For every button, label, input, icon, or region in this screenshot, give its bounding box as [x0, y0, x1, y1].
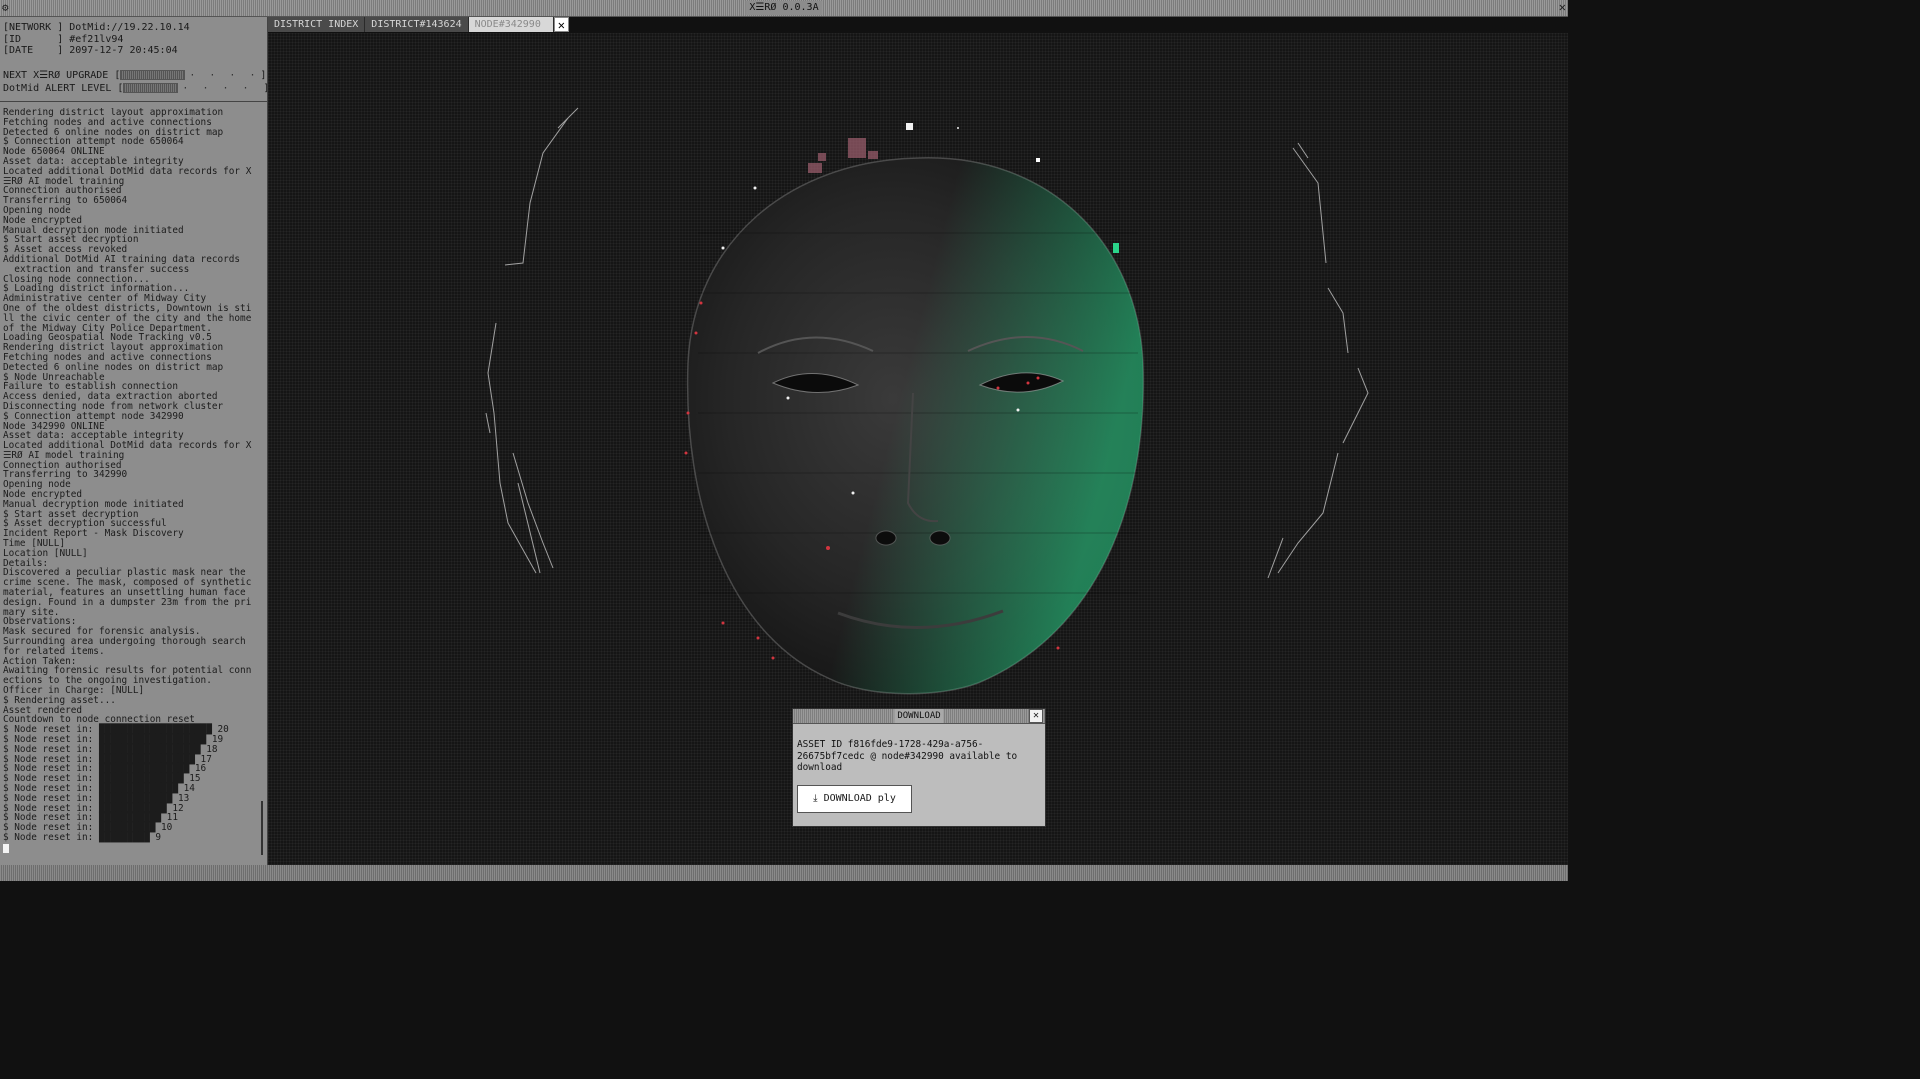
close-window-icon[interactable]: ✕ [1559, 0, 1566, 15]
sidebar-panel: [NETWORK ] DotMid://19.22.10.14 [ID ] #e… [0, 17, 270, 865]
log-line: Discovered a peculiar plastic mask near … [3, 567, 252, 618]
upgrade-progress-fill [120, 70, 186, 80]
title-bar: ⚙ X☰RØ 0.0.3A ✕ [0, 0, 1568, 17]
log-line: $ Node reset in: █████████ 9 [3, 831, 162, 843]
tab-district-index[interactable]: DISTRICT INDEX [268, 17, 366, 32]
status-block: [NETWORK ] DotMid://19.22.10.14 [ID ] #e… [0, 17, 267, 57]
sidebar-divider [0, 101, 267, 102]
id-label: ID [9, 33, 22, 45]
network-value: DotMid://19.22.10.14 [69, 22, 190, 33]
alert-meter-label: DotMid ALERT LEVEL [3, 82, 112, 94]
network-label: NETWORK [9, 22, 52, 33]
dialog-message: ASSET ID f816fde9-1728-429a-a756-26675bf… [797, 739, 1018, 773]
dialog-title: DOWNLOAD [894, 709, 944, 723]
terminal-cursor [3, 844, 9, 853]
upgrade-meter-row: NEXT X☰RØ UPGRADE [ · · · · · · · · ] [3, 69, 267, 82]
upgrade-progress-bar: · · · · · · · · [120, 69, 260, 82]
terminal-log[interactable]: Rendering district layout approximation F… [3, 108, 255, 853]
log-scrollbar[interactable] [261, 801, 263, 855]
bottom-bar [0, 865, 1568, 881]
id-row: [ID ] #ef21lv94 [3, 33, 124, 45]
alert-meter-row: DotMid ALERT LEVEL [ · · · · · · · · ] [3, 82, 270, 95]
alert-level-bar: · · · · · · · · [123, 82, 263, 95]
upgrade-meter-label: NEXT X☰RØ UPGRADE [3, 69, 109, 81]
log-line: One of the oldest districts, Downtown is… [3, 302, 252, 334]
dialog-header[interactable]: DOWNLOAD ✕ [793, 709, 1045, 724]
tab-bar: DISTRICT INDEX DISTRICT#143624 NODE#3429… [268, 17, 569, 33]
log-line: Surrounding area undergoing thorough sea… [3, 636, 252, 657]
date-row: [DATE ] 2097-12-7 20:45:04 [3, 45, 178, 56]
log-line: Awaiting forensic results for potential … [3, 665, 252, 687]
settings-icon[interactable]: ⚙ [2, 0, 9, 15]
close-tab-icon[interactable]: ✕ [553, 17, 569, 32]
dialog-close-icon[interactable]: ✕ [1029, 709, 1043, 723]
tab-district-143624[interactable]: DISTRICT#143624 [365, 17, 469, 32]
log-line: Located additional DotMid data records f… [3, 165, 252, 187]
app-title: X☰RØ 0.0.3A [745, 1, 823, 15]
date-value: 2097-12-7 20:45:04 [69, 45, 178, 56]
alert-level-fill [123, 83, 179, 93]
id-value: #ef21lv94 [69, 33, 124, 45]
meters-block: NEXT X☰RØ UPGRADE [ · · · · · · · · ] Do… [0, 69, 270, 95]
tab-node-342990[interactable]: NODE#342990 [468, 17, 554, 32]
download-ply-button[interactable]: ⤓ DOWNLOAD ply [797, 785, 912, 813]
download-dialog: DOWNLOAD ✕ ASSET ID f816fde9-1728-429a-a… [792, 708, 1046, 827]
date-label: DATE [9, 45, 34, 56]
log-line: Located additional DotMid data records f… [3, 440, 252, 461]
network-row: [NETWORK ] DotMid://19.22.10.14 [3, 22, 190, 33]
